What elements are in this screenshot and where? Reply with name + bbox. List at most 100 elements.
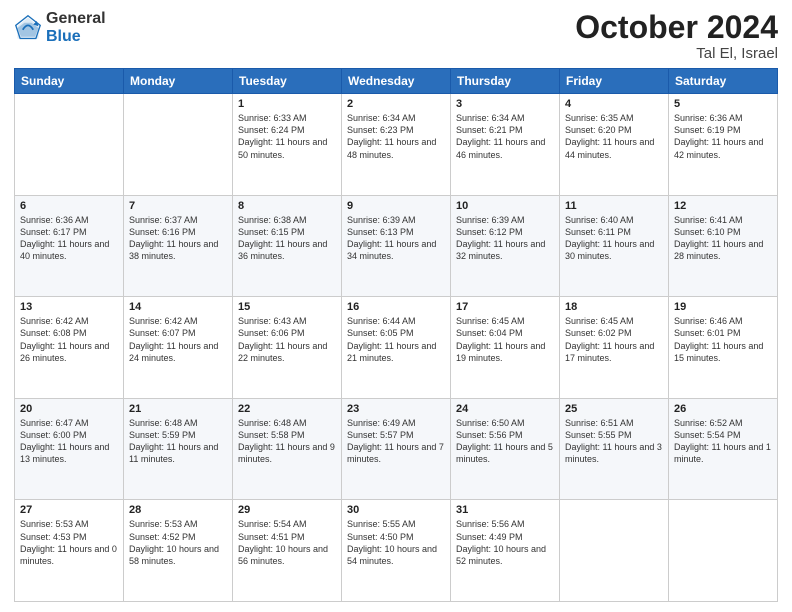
- day-info: Sunrise: 6:45 AM Sunset: 6:04 PM Dayligh…: [456, 315, 554, 364]
- calendar-cell: [560, 500, 669, 602]
- day-info: Sunrise: 6:40 AM Sunset: 6:11 PM Dayligh…: [565, 214, 663, 263]
- calendar-cell: 5 Sunrise: 6:36 AM Sunset: 6:19 PM Daylig…: [669, 94, 778, 196]
- day-info: Sunrise: 5:56 AM Sunset: 4:49 PM Dayligh…: [456, 518, 554, 567]
- day-number: 3: [456, 98, 554, 110]
- calendar-cell: [124, 94, 233, 196]
- day-number: 5: [674, 98, 772, 110]
- calendar-cell: 17 Sunrise: 6:45 AM Sunset: 6:04 PM Dayli…: [451, 297, 560, 399]
- page: General Blue October 2024 Tal El, Israel…: [0, 0, 792, 612]
- day-number: 20: [20, 403, 118, 415]
- day-info: Sunrise: 5:55 AM Sunset: 4:50 PM Dayligh…: [347, 518, 445, 567]
- col-monday: Monday: [124, 69, 233, 94]
- calendar-cell: 4 Sunrise: 6:35 AM Sunset: 6:20 PM Daylig…: [560, 94, 669, 196]
- day-info: Sunrise: 6:42 AM Sunset: 6:07 PM Dayligh…: [129, 315, 227, 364]
- day-info: Sunrise: 6:48 AM Sunset: 5:58 PM Dayligh…: [238, 417, 336, 466]
- day-info: Sunrise: 6:41 AM Sunset: 6:10 PM Dayligh…: [674, 214, 772, 263]
- calendar-cell: 28 Sunrise: 5:53 AM Sunset: 4:52 PM Dayli…: [124, 500, 233, 602]
- day-number: 15: [238, 301, 336, 313]
- day-info: Sunrise: 6:51 AM Sunset: 5:55 PM Dayligh…: [565, 417, 663, 466]
- calendar-cell: 10Sunrise: 6:39 AM Sunset: 6:12 PM Dayli…: [451, 195, 560, 297]
- day-info: Sunrise: 6:38 AM Sunset: 6:15 PM Dayligh…: [238, 214, 336, 263]
- calendar-cell: 21 Sunrise: 6:48 AM Sunset: 5:59 PM Dayli…: [124, 398, 233, 500]
- day-number: 8: [238, 200, 336, 212]
- day-number: 18: [565, 301, 663, 313]
- title-block: October 2024 Tal El, Israel: [575, 10, 778, 62]
- calendar-cell: 9 Sunrise: 6:39 AM Sunset: 6:13 PM Daylig…: [342, 195, 451, 297]
- day-info: Sunrise: 6:39 AM Sunset: 6:13 PM Dayligh…: [347, 214, 445, 263]
- calendar-cell: 8 Sunrise: 6:38 AM Sunset: 6:15 PM Daylig…: [233, 195, 342, 297]
- day-number: 31: [456, 504, 554, 516]
- day-info: Sunrise: 6:42 AM Sunset: 6:08 PM Dayligh…: [20, 315, 118, 364]
- calendar-cell: 23 Sunrise: 6:49 AM Sunset: 5:57 PM Dayli…: [342, 398, 451, 500]
- calendar-cell: [669, 500, 778, 602]
- day-info: Sunrise: 5:53 AM Sunset: 4:53 PM Dayligh…: [20, 518, 118, 567]
- calendar-cell: 12Sunrise: 6:41 AM Sunset: 6:10 PM Dayli…: [669, 195, 778, 297]
- calendar-cell: 11 Sunrise: 6:40 AM Sunset: 6:11 PM Dayli…: [560, 195, 669, 297]
- week-row-2: 6 Sunrise: 6:36 AM Sunset: 6:17 PM Daylig…: [15, 195, 778, 297]
- day-number: 4: [565, 98, 663, 110]
- col-sunday: Sunday: [15, 69, 124, 94]
- day-info: Sunrise: 6:45 AM Sunset: 6:02 PM Dayligh…: [565, 315, 663, 364]
- day-info: Sunrise: 6:49 AM Sunset: 5:57 PM Dayligh…: [347, 417, 445, 466]
- calendar-cell: 18 Sunrise: 6:45 AM Sunset: 6:02 PM Dayli…: [560, 297, 669, 399]
- day-info: Sunrise: 6:37 AM Sunset: 6:16 PM Dayligh…: [129, 214, 227, 263]
- logo-icon: [14, 14, 42, 42]
- calendar-cell: 29 Sunrise: 5:54 AM Sunset: 4:51 PM Dayli…: [233, 500, 342, 602]
- day-number: 17: [456, 301, 554, 313]
- calendar-cell: 22 Sunrise: 6:48 AM Sunset: 5:58 PM Dayli…: [233, 398, 342, 500]
- col-saturday: Saturday: [669, 69, 778, 94]
- day-info: Sunrise: 6:34 AM Sunset: 6:23 PM Dayligh…: [347, 112, 445, 161]
- day-info: Sunrise: 6:36 AM Sunset: 6:17 PM Dayligh…: [20, 214, 118, 263]
- calendar-cell: 25 Sunrise: 6:51 AM Sunset: 5:55 PM Dayli…: [560, 398, 669, 500]
- week-row-1: 1Sunrise: 6:33 AM Sunset: 6:24 PM Daylig…: [15, 94, 778, 196]
- calendar-cell: 2 Sunrise: 6:34 AM Sunset: 6:23 PM Daylig…: [342, 94, 451, 196]
- calendar-cell: 15 Sunrise: 6:43 AM Sunset: 6:06 PM Dayli…: [233, 297, 342, 399]
- day-info: Sunrise: 6:48 AM Sunset: 5:59 PM Dayligh…: [129, 417, 227, 466]
- day-number: 21: [129, 403, 227, 415]
- month-title: October 2024: [575, 10, 778, 45]
- day-number: 11: [565, 200, 663, 212]
- calendar-cell: [15, 94, 124, 196]
- calendar-cell: 1Sunrise: 6:33 AM Sunset: 6:24 PM Daylig…: [233, 94, 342, 196]
- day-info: Sunrise: 6:44 AM Sunset: 6:05 PM Dayligh…: [347, 315, 445, 364]
- day-number: 2: [347, 98, 445, 110]
- day-number: 6: [20, 200, 118, 212]
- col-thursday: Thursday: [451, 69, 560, 94]
- calendar-cell: 3Sunrise: 6:34 AM Sunset: 6:21 PM Daylig…: [451, 94, 560, 196]
- col-tuesday: Tuesday: [233, 69, 342, 94]
- day-number: 25: [565, 403, 663, 415]
- calendar-cell: 27 Sunrise: 5:53 AM Sunset: 4:53 PM Dayli…: [15, 500, 124, 602]
- day-number: 13: [20, 301, 118, 313]
- day-number: 29: [238, 504, 336, 516]
- calendar-cell: 31 Sunrise: 5:56 AM Sunset: 4:49 PM Dayli…: [451, 500, 560, 602]
- col-friday: Friday: [560, 69, 669, 94]
- day-info: Sunrise: 6:36 AM Sunset: 6:19 PM Dayligh…: [674, 112, 772, 161]
- location: Tal El, Israel: [575, 45, 778, 62]
- day-number: 24: [456, 403, 554, 415]
- logo: General Blue: [14, 10, 106, 45]
- day-number: 10: [456, 200, 554, 212]
- day-number: 19: [674, 301, 772, 313]
- day-number: 23: [347, 403, 445, 415]
- day-info: Sunrise: 6:33 AM Sunset: 6:24 PM Dayligh…: [238, 112, 336, 161]
- day-info: Sunrise: 6:35 AM Sunset: 6:20 PM Dayligh…: [565, 112, 663, 161]
- calendar-cell: 13 Sunrise: 6:42 AM Sunset: 6:08 PM Dayli…: [15, 297, 124, 399]
- day-info: Sunrise: 6:43 AM Sunset: 6:06 PM Dayligh…: [238, 315, 336, 364]
- col-wednesday: Wednesday: [342, 69, 451, 94]
- day-info: Sunrise: 5:53 AM Sunset: 4:52 PM Dayligh…: [129, 518, 227, 567]
- day-number: 14: [129, 301, 227, 313]
- day-number: 22: [238, 403, 336, 415]
- week-row-5: 27 Sunrise: 5:53 AM Sunset: 4:53 PM Dayli…: [15, 500, 778, 602]
- calendar-header-row: Sunday Monday Tuesday Wednesday Thursday…: [15, 69, 778, 94]
- calendar-table: Sunday Monday Tuesday Wednesday Thursday…: [14, 68, 778, 602]
- calendar-cell: 16Sunrise: 6:44 AM Sunset: 6:05 PM Dayli…: [342, 297, 451, 399]
- day-number: 30: [347, 504, 445, 516]
- logo-text: General Blue: [46, 10, 106, 45]
- day-info: Sunrise: 6:47 AM Sunset: 6:00 PM Dayligh…: [20, 417, 118, 466]
- day-number: 28: [129, 504, 227, 516]
- calendar-cell: 7Sunrise: 6:37 AM Sunset: 6:16 PM Daylig…: [124, 195, 233, 297]
- day-number: 9: [347, 200, 445, 212]
- day-info: Sunrise: 5:54 AM Sunset: 4:51 PM Dayligh…: [238, 518, 336, 567]
- day-number: 27: [20, 504, 118, 516]
- calendar-cell: 30 Sunrise: 5:55 AM Sunset: 4:50 PM Dayli…: [342, 500, 451, 602]
